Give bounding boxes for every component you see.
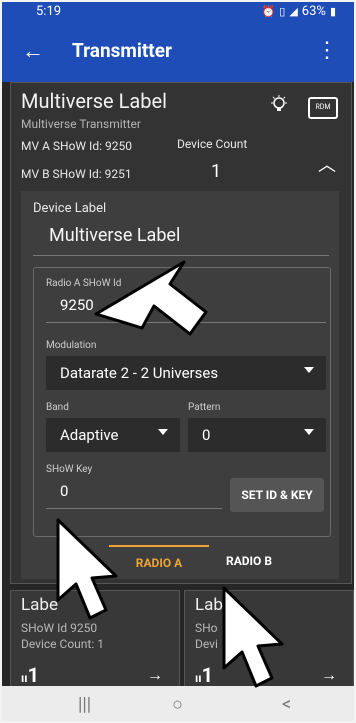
chevron-up-icon[interactable]: ︿ [318, 151, 336, 177]
pattern-label: Pattern [188, 402, 221, 413]
dropdown-arrow-icon [304, 367, 314, 373]
band-value: Adaptive [60, 426, 119, 444]
more-vert-icon[interactable]: ⋮ [316, 38, 338, 63]
device-count-label: Device Count [177, 137, 248, 151]
recent-apps-icon[interactable]: ||| [78, 694, 91, 715]
arrow-right-icon[interactable]: → [147, 665, 163, 685]
band-label: Band [46, 402, 69, 413]
show-key-label: SHoW Key [46, 464, 93, 475]
device-label-label: Device Label [33, 201, 107, 216]
receiver-number: ıı1 [195, 663, 213, 687]
dropdown-arrow-icon [158, 429, 168, 435]
transmitter-name: Multiverse Label [21, 89, 167, 113]
mouse-cursor-icon [56, 518, 118, 620]
mouse-cursor-icon [222, 586, 284, 688]
pattern-select[interactable]: 0 [188, 418, 326, 452]
pattern-value: 0 [202, 426, 211, 444]
page-title: Transmitter [72, 39, 172, 62]
dropdown-arrow-icon [304, 429, 314, 435]
receiver-device-count: Device Count: 1 [21, 637, 104, 651]
app-bar: ← Transmitter ⋮ [0, 24, 356, 82]
status-time: 5:19 [36, 4, 62, 19]
radio-show-id-input[interactable]: 9250 [60, 296, 94, 314]
arrow-back-icon[interactable]: ← [22, 38, 44, 64]
identify-bulb-icon[interactable] [269, 95, 289, 120]
band-select[interactable]: Adaptive [46, 418, 180, 452]
tab-radio-a[interactable]: RADIO A [109, 545, 209, 579]
receiver-number: ıı1 [21, 663, 39, 687]
tab-radio-b[interactable]: RADIO B [199, 545, 299, 577]
modulation-select[interactable]: Datarate 2 - 2 Universes [46, 356, 326, 390]
mv-a-show-id: MV A SHoW Id: 9250 [21, 139, 132, 153]
receiver-show-id-start: SHo [195, 621, 218, 635]
rdm-icon[interactable]: RDM [308, 97, 338, 119]
transmitter-type: Multiverse Transmitter [21, 117, 141, 131]
receiver-number-value: 1 [201, 663, 214, 687]
vibrate-icon: ▯ [279, 5, 286, 18]
status-icons: ⏰ ▯ ◢ 63% ▮ [262, 4, 336, 19]
device-label-input[interactable]: Multiverse Label [49, 225, 180, 246]
receiver-device-count: Devi [195, 637, 218, 651]
mv-b-show-id: MV B SHoW Id: 9251 [21, 167, 132, 181]
pointer-arrow-icon [94, 260, 208, 336]
receiver-number-value: 1 [27, 663, 40, 687]
home-icon[interactable]: ○ [172, 694, 183, 715]
modulation-label: Modulation [46, 340, 97, 351]
battery-percent: 63% [301, 4, 326, 19]
alarm-icon: ⏰ [261, 5, 276, 18]
show-key-input[interactable]: 0 [60, 482, 68, 500]
signal-icon: ◢ [289, 5, 298, 18]
back-nav-icon[interactable]: < [282, 694, 291, 715]
device-count-value: 1 [211, 161, 222, 182]
status-bar: 5:19 ⏰ ▯ ◢ 63% ▮ [0, 0, 356, 24]
set-id-key-button[interactable]: SET ID & KEY [230, 478, 324, 512]
battery-icon: ▮ [329, 5, 336, 18]
arrow-right-icon[interactable]: → [321, 665, 337, 685]
system-nav-bar: ||| ○ < [0, 686, 356, 723]
modulation-value: Datarate 2 - 2 Universes [60, 364, 219, 382]
show-key-underline [46, 508, 222, 509]
